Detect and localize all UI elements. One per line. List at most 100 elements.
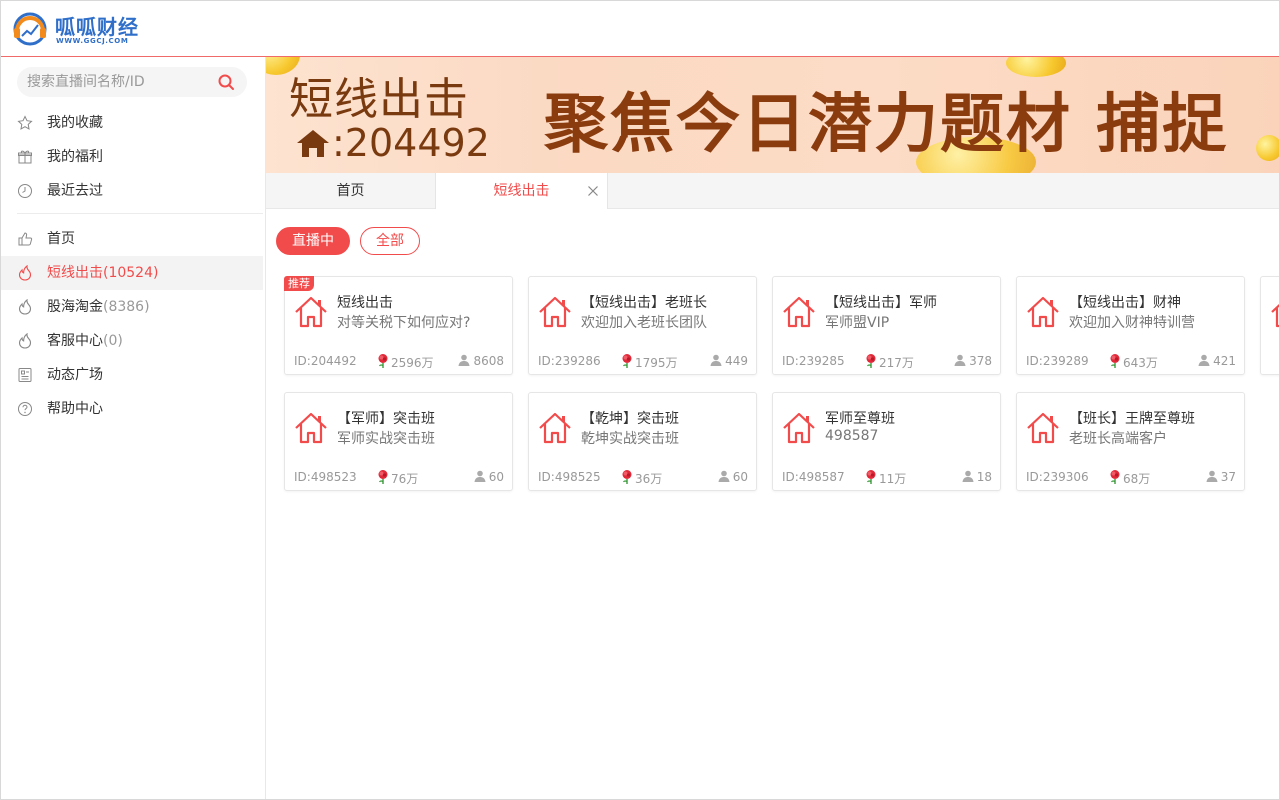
clock-icon — [18, 184, 32, 198]
flower-icon — [622, 470, 632, 484]
viewer-count: 449 — [710, 354, 748, 368]
feed-icon — [18, 368, 32, 382]
room-card[interactable]: 【班长】王牌至尊班 老班长高端客户 ID:239306 68万 37 — [1016, 392, 1245, 491]
sidebar-item-count: (0) — [103, 333, 123, 349]
viewer-count-value: 37 — [1220, 470, 1236, 484]
room-card[interactable]: 【军师】突击班 军师实战突击班 ID:498523 76万 60 — [284, 392, 513, 491]
home-icon — [295, 296, 327, 328]
sidebar-item-label: 最近去过 — [47, 183, 103, 199]
flower-count: 68万 — [1123, 472, 1151, 486]
sidebar-item-recent[interactable]: 最近去过 — [1, 174, 263, 208]
room-id: ID:239306 — [1026, 470, 1089, 484]
sidebar-item-label: 我的收藏 — [47, 115, 103, 131]
room-card[interactable]: 【短线出击】军师 军师盟VIP ID:239285 217万 378 — [772, 276, 1001, 375]
user-icon — [718, 470, 730, 482]
flame-icon — [18, 333, 32, 349]
viewer-count-value: 60 — [732, 470, 748, 484]
home-icon — [1271, 303, 1279, 328]
viewer-count-value: 18 — [976, 470, 992, 484]
tab-short-line[interactable]: 短线出击 — [436, 173, 608, 209]
room-id: ID:239285 — [782, 354, 845, 368]
home-icon — [539, 412, 571, 444]
room-card[interactable]: 【短线出击】老班长 欢迎加入老班长团队 ID:239286 1795万 449 — [528, 276, 757, 375]
channel-nav: 首页 短线出击(10524) 股海淘金(8386) 客服中心(0) 动态广场 帮… — [1, 222, 263, 426]
banner-room-text: :204492 — [332, 121, 490, 165]
logo-text: 呱呱财经 — [55, 15, 139, 39]
flower-count: 11万 — [879, 472, 907, 486]
filter-all-button[interactable]: 全部 — [360, 227, 420, 255]
sidebar-item-label: 我的福利 — [47, 149, 103, 165]
close-icon[interactable] — [587, 185, 599, 197]
room-subtitle: 对等关税下如何应对? — [337, 315, 471, 331]
app-window: 呱呱财经 WWW.GGCJ.COM 我的收藏 我的福利 最近去过 — [0, 0, 1280, 800]
home-icon — [783, 412, 815, 444]
room-subtitle: 军师实战突击班 — [337, 431, 435, 447]
banner-title: 短线出击 — [289, 74, 469, 125]
room-title: 【短线出击】老班长 — [581, 295, 707, 311]
room-banner: 短线出击 :204492 聚焦今日潜力题材 捕捉 — [266, 57, 1279, 173]
thumbs-up-icon — [18, 232, 33, 246]
logo[interactable]: 呱呱财经 WWW.GGCJ.COM — [11, 9, 139, 49]
viewer-count-value: 8608 — [473, 354, 504, 368]
top-header: 呱呱财经 WWW.GGCJ.COM — [1, 1, 1279, 57]
flower-icon — [378, 470, 388, 484]
room-subtitle: 欢迎加入老班长团队 — [581, 315, 707, 331]
room-title: 【班长】王牌至尊班 — [1069, 411, 1195, 427]
search-icon[interactable] — [217, 73, 235, 91]
user-icon — [1206, 470, 1218, 482]
room-id: ID:239286 — [538, 354, 601, 368]
sidebar-item-welfare[interactable]: 我的福利 — [1, 140, 263, 174]
viewer-count: 60 — [718, 470, 748, 484]
room-card[interactable]: 【乾坤】突击班 乾坤实战突击班 ID:498525 36万 60 — [528, 392, 757, 491]
sidebar-item-short-line[interactable]: 短线出击(10524) — [1, 256, 263, 290]
viewer-count: 60 — [474, 470, 504, 484]
room-title: 【乾坤】突击班 — [581, 411, 679, 427]
banner-room-number: :204492 — [296, 121, 490, 165]
star-icon — [17, 115, 33, 130]
sidebar-item-stock-gold[interactable]: 股海淘金(8386) — [1, 290, 263, 324]
viewer-count-value: 421 — [1213, 354, 1236, 368]
flower-count: 36万 — [635, 472, 663, 486]
sidebar-item-feed[interactable]: 动态广场 — [1, 358, 263, 392]
sidebar-item-help[interactable]: 帮助中心 — [1, 392, 263, 426]
flower-count: 76万 — [391, 472, 419, 486]
sidebar-item-home[interactable]: 首页 — [1, 222, 263, 256]
viewer-count-value: 60 — [488, 470, 504, 484]
tab-home[interactable]: 首页 — [266, 173, 436, 209]
personal-nav: 我的收藏 我的福利 最近去过 — [1, 106, 263, 208]
room-card-partial[interactable] — [1260, 276, 1279, 375]
sidebar-item-label: 动态广场 — [47, 367, 103, 383]
user-icon — [962, 470, 974, 482]
room-subtitle: 军师盟VIP — [825, 315, 890, 331]
room-card[interactable]: 推荐 短线出击 对等关税下如何应对? ID:204492 2596万 8608 — [284, 276, 513, 375]
room-card[interactable]: 军师至尊班 498587 ID:498587 11万 18 — [772, 392, 1001, 491]
tab-bar: 首页 短线出击 — [266, 173, 1279, 209]
sidebar-item-favorites[interactable]: 我的收藏 — [1, 106, 263, 140]
room-title: 【短线出击】财神 — [1069, 295, 1181, 311]
search-input[interactable] — [27, 67, 212, 97]
logo-icon — [13, 12, 47, 46]
home-icon — [297, 130, 329, 157]
sidebar-item-count: (10524) — [103, 265, 159, 281]
filter-live-button[interactable]: 直播中 — [276, 227, 350, 255]
room-id: ID:239289 — [1026, 354, 1089, 368]
home-icon — [295, 412, 327, 444]
room-title: 短线出击 — [337, 295, 393, 311]
user-icon — [954, 354, 966, 366]
sidebar-item-count: (8386) — [103, 299, 150, 315]
logo-url: WWW.GGCJ.COM — [56, 37, 129, 45]
user-icon — [458, 354, 470, 366]
flower-icon — [622, 354, 632, 368]
tab-label: 首页 — [336, 183, 365, 199]
gift-icon — [18, 150, 32, 164]
flower-count: 2596万 — [391, 356, 434, 370]
help-icon — [18, 402, 32, 416]
sidebar-item-service[interactable]: 客服中心(0) — [1, 324, 263, 358]
room-card[interactable]: 【短线出击】财神 欢迎加入财神特训营 ID:239289 643万 421 — [1016, 276, 1245, 375]
flower-icon — [866, 354, 876, 368]
viewer-count-value: 449 — [725, 354, 748, 368]
room-subtitle: 498587 — [825, 428, 879, 444]
user-icon — [474, 470, 486, 482]
user-icon — [710, 354, 722, 366]
flower-count: 217万 — [879, 356, 914, 370]
